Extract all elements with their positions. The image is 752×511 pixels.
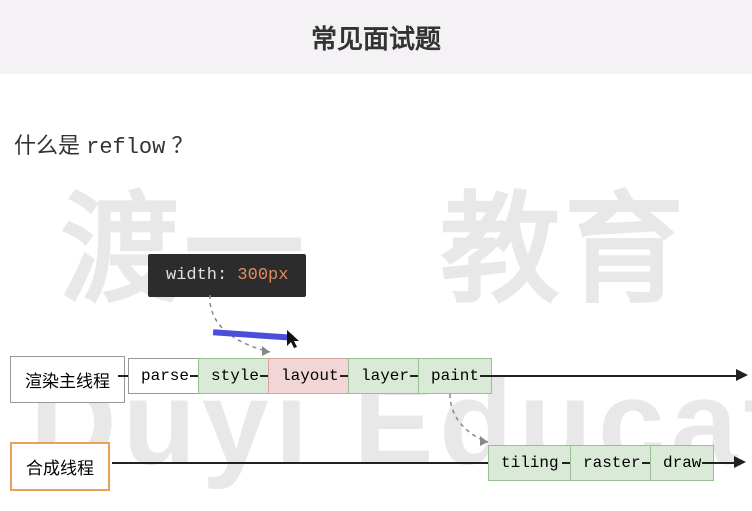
thread-compositor-label: 合成线程: [10, 442, 110, 491]
link-paint-to-tiling: [440, 392, 500, 452]
header-bar: 常见面试题: [0, 0, 752, 74]
slide-title: 常见面试题: [311, 19, 441, 56]
css-value: 300px: [237, 266, 288, 285]
pipeline-diagram: width: 300px 渲染主线程 parse style layout la…: [0, 74, 752, 511]
thread-main-label: 渲染主线程: [10, 356, 125, 403]
arrow-main-end: [736, 369, 748, 381]
link-code-to-layout: [180, 292, 300, 362]
code-sample-box: width: 300px: [148, 254, 306, 297]
css-property: width: [166, 266, 217, 285]
cursor-icon: [287, 330, 303, 355]
arrow-compositor-end: [734, 456, 746, 468]
stage-tiling: tiling: [488, 445, 572, 481]
